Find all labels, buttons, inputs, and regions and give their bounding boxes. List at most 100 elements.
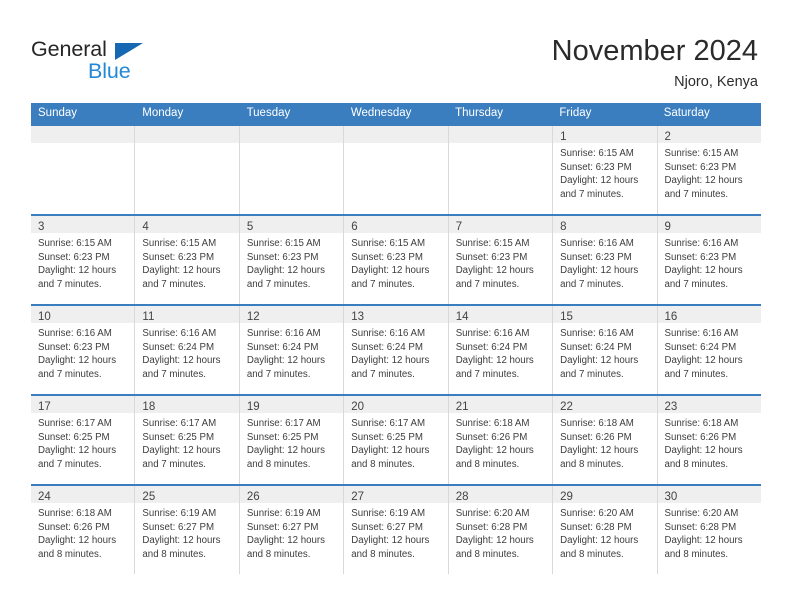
day-cell[interactable]: 10 Sunrise: 6:16 AM Sunset: 6:23 PM Dayl… <box>31 306 136 394</box>
sunset-text: Sunset: 6:23 PM <box>246 251 319 263</box>
day-number: 4 <box>142 221 149 233</box>
day-details: Sunrise: 6:15 AM Sunset: 6:23 PM Dayligh… <box>658 143 761 201</box>
week-row: 10 Sunrise: 6:16 AM Sunset: 6:23 PM Dayl… <box>31 304 761 394</box>
day-number: 6 <box>351 221 358 233</box>
day-details: Sunrise: 6:15 AM Sunset: 6:23 PM Dayligh… <box>553 143 656 201</box>
day-cell[interactable]: 18 Sunrise: 6:17 AM Sunset: 6:25 PM Dayl… <box>135 396 240 484</box>
day-cell[interactable]: 25 Sunrise: 6:19 AM Sunset: 6:27 PM Dayl… <box>135 486 240 574</box>
day-cell[interactable]: 23 Sunrise: 6:18 AM Sunset: 6:26 PM Dayl… <box>657 396 761 484</box>
day-cell[interactable]: 24 Sunrise: 6:18 AM Sunset: 6:26 PM Dayl… <box>31 486 136 574</box>
daylight-text: Daylight: 12 hours and 7 minutes. <box>664 265 743 290</box>
day-number-band: 4 <box>135 216 239 233</box>
sunrise-text: Sunrise: 6:15 AM <box>455 238 530 249</box>
day-cell[interactable]: 16 Sunrise: 6:16 AM Sunset: 6:24 PM Dayl… <box>657 306 761 394</box>
blue-triangle-icon <box>115 43 143 60</box>
sunset-text: Sunset: 6:23 PM <box>455 251 528 263</box>
day-cell[interactable]: 22 Sunrise: 6:18 AM Sunset: 6:26 PM Dayl… <box>553 396 658 484</box>
sunrise-text: Sunrise: 6:15 AM <box>560 148 634 159</box>
day-details: Sunrise: 6:16 AM Sunset: 6:24 PM Dayligh… <box>449 323 552 381</box>
day-cell[interactable]: 19 Sunrise: 6:17 AM Sunset: 6:25 PM Dayl… <box>239 396 345 484</box>
day-cell[interactable] <box>448 126 554 214</box>
day-cell[interactable]: 15 Sunrise: 6:16 AM Sunset: 6:24 PM Dayl… <box>553 306 658 394</box>
day-number-band: 17 <box>31 396 135 413</box>
day-cell[interactable]: 2 Sunrise: 6:15 AM Sunset: 6:23 PM Dayli… <box>657 126 761 214</box>
day-cell[interactable]: 7 Sunrise: 6:15 AM Sunset: 6:23 PM Dayli… <box>448 216 554 304</box>
day-cell[interactable] <box>31 126 136 214</box>
sunrise-text: Sunrise: 6:17 AM <box>142 418 217 429</box>
day-number-band: 8 <box>553 216 657 233</box>
day-number: 24 <box>38 491 51 503</box>
sunset-text: Sunset: 6:27 PM <box>351 521 423 533</box>
day-details: Sunrise: 6:20 AM Sunset: 6:28 PM Dayligh… <box>658 503 761 561</box>
daylight-text: Daylight: 12 hours and 8 minutes. <box>351 535 430 560</box>
day-number-band: 1 <box>553 126 657 143</box>
day-cell[interactable]: 14 Sunrise: 6:16 AM Sunset: 6:24 PM Dayl… <box>448 306 554 394</box>
day-number-band: 22 <box>553 396 657 413</box>
day-number: 17 <box>38 401 51 413</box>
day-cell[interactable]: 17 Sunrise: 6:17 AM Sunset: 6:25 PM Dayl… <box>31 396 136 484</box>
day-cell[interactable]: 8 Sunrise: 6:16 AM Sunset: 6:23 PM Dayli… <box>553 216 658 304</box>
day-number-band: 25 <box>135 486 239 503</box>
sunrise-text: Sunrise: 6:15 AM <box>38 238 112 249</box>
day-cell[interactable]: 6 Sunrise: 6:15 AM Sunset: 6:23 PM Dayli… <box>344 216 449 304</box>
day-number: 10 <box>38 311 51 323</box>
day-cell[interactable]: 1 Sunrise: 6:15 AM Sunset: 6:23 PM Dayli… <box>553 126 658 214</box>
calendar-page: General Blue November 2024 Njoro, Kenya … <box>0 0 792 612</box>
daylight-text: Daylight: 12 hours and 8 minutes. <box>142 535 221 560</box>
day-number: 15 <box>560 311 573 323</box>
page-subtitle-location: Njoro, Kenya <box>674 74 758 90</box>
day-cell[interactable]: 29 Sunrise: 6:20 AM Sunset: 6:28 PM Dayl… <box>553 486 658 574</box>
sunset-text: Sunset: 6:24 PM <box>560 341 632 353</box>
day-details: Sunrise: 6:16 AM Sunset: 6:24 PM Dayligh… <box>240 323 343 381</box>
day-number-band <box>344 126 448 143</box>
day-cell[interactable] <box>344 126 449 214</box>
weekday-header-tuesday: Tuesday <box>246 107 291 119</box>
day-cell[interactable]: 21 Sunrise: 6:18 AM Sunset: 6:26 PM Dayl… <box>448 396 554 484</box>
week-row: 1 Sunrise: 6:15 AM Sunset: 6:23 PM Dayli… <box>31 124 761 214</box>
sunrise-text: Sunrise: 6:15 AM <box>664 148 739 159</box>
day-details: Sunrise: 6:16 AM Sunset: 6:23 PM Dayligh… <box>658 233 761 291</box>
day-cell[interactable]: 3 Sunrise: 6:15 AM Sunset: 6:23 PM Dayli… <box>31 216 136 304</box>
daylight-text: Daylight: 12 hours and 7 minutes. <box>38 445 117 470</box>
day-cell[interactable]: 26 Sunrise: 6:19 AM Sunset: 6:27 PM Dayl… <box>239 486 345 574</box>
day-details: Sunrise: 6:19 AM Sunset: 6:27 PM Dayligh… <box>135 503 238 561</box>
general-blue-logo[interactable]: General Blue <box>31 37 231 87</box>
day-number-band: 29 <box>553 486 657 503</box>
day-cell[interactable] <box>239 126 345 214</box>
day-number: 29 <box>560 491 573 503</box>
day-number: 7 <box>455 221 463 233</box>
day-cell[interactable]: 4 Sunrise: 6:15 AM Sunset: 6:23 PM Dayli… <box>135 216 240 304</box>
day-details: Sunrise: 6:15 AM Sunset: 6:23 PM Dayligh… <box>240 233 343 291</box>
day-number: 2 <box>664 131 671 143</box>
day-details: Sunrise: 6:20 AM Sunset: 6:28 PM Dayligh… <box>553 503 656 561</box>
weekday-header-monday: Monday <box>142 107 184 119</box>
day-details: Sunrise: 6:18 AM Sunset: 6:26 PM Dayligh… <box>449 413 552 471</box>
sunset-text: Sunset: 6:24 PM <box>455 341 528 353</box>
day-cell[interactable]: 27 Sunrise: 6:19 AM Sunset: 6:27 PM Dayl… <box>344 486 449 574</box>
day-number-band: 9 <box>657 216 761 233</box>
day-cell[interactable]: 20 Sunrise: 6:17 AM Sunset: 6:25 PM Dayl… <box>344 396 449 484</box>
day-cell[interactable]: 30 Sunrise: 6:20 AM Sunset: 6:28 PM Dayl… <box>657 486 761 574</box>
day-cell[interactable]: 9 Sunrise: 6:16 AM Sunset: 6:23 PM Dayli… <box>657 216 761 304</box>
day-cell[interactable]: 12 Sunrise: 6:16 AM Sunset: 6:24 PM Dayl… <box>239 306 345 394</box>
sunrise-text: Sunrise: 6:20 AM <box>455 508 530 519</box>
day-cell[interactable]: 28 Sunrise: 6:20 AM Sunset: 6:28 PM Dayl… <box>448 486 554 574</box>
sunrise-text: Sunrise: 6:16 AM <box>664 328 739 339</box>
day-number: 22 <box>560 401 573 413</box>
daylight-text: Daylight: 12 hours and 7 minutes. <box>38 265 117 290</box>
day-cell[interactable]: 11 Sunrise: 6:16 AM Sunset: 6:24 PM Dayl… <box>135 306 240 394</box>
day-number-band: 24 <box>31 486 135 503</box>
calendar-grid: Sunday Monday Tuesday Wednesday Thursday… <box>31 103 761 574</box>
daylight-text: Daylight: 12 hours and 7 minutes. <box>38 355 117 380</box>
daylight-text: Daylight: 12 hours and 8 minutes. <box>560 445 639 470</box>
day-cell[interactable]: 5 Sunrise: 6:15 AM Sunset: 6:23 PM Dayli… <box>239 216 345 304</box>
day-number-band: 2 <box>657 126 761 143</box>
sunrise-text: Sunrise: 6:18 AM <box>560 418 634 429</box>
day-cell[interactable]: 13 Sunrise: 6:16 AM Sunset: 6:24 PM Dayl… <box>344 306 449 394</box>
day-number-band: 12 <box>239 306 344 323</box>
sunset-text: Sunset: 6:28 PM <box>664 521 737 533</box>
sunrise-text: Sunrise: 6:19 AM <box>142 508 217 519</box>
page-title: November 2024 <box>551 35 758 67</box>
day-cell[interactable] <box>135 126 240 214</box>
day-details: Sunrise: 6:16 AM Sunset: 6:23 PM Dayligh… <box>553 233 656 291</box>
